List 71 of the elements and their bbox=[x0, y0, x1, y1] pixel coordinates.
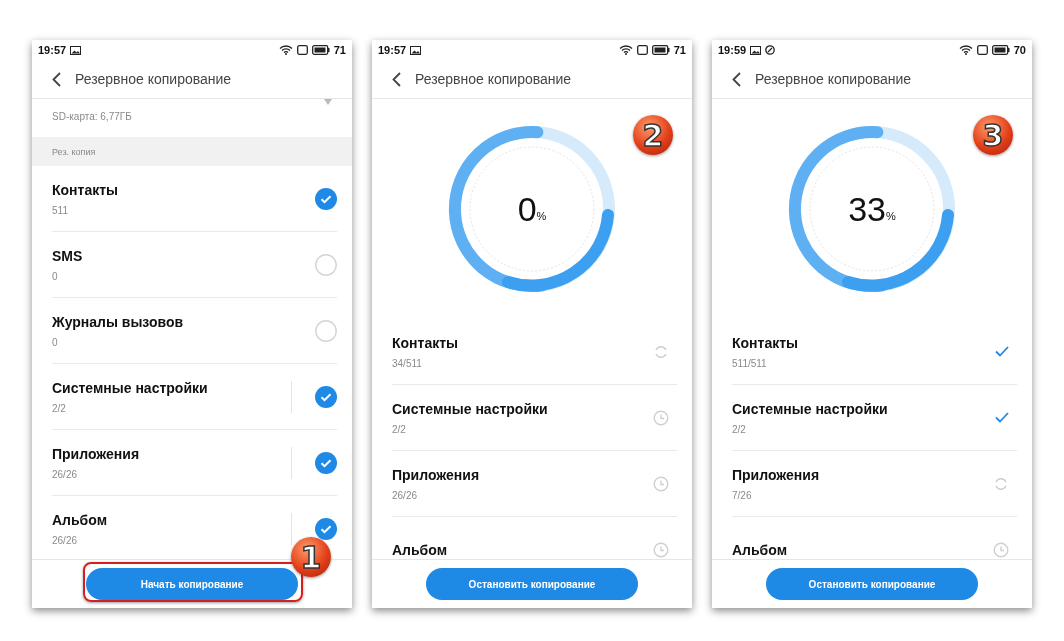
item-count: 0 bbox=[52, 336, 59, 348]
battery-percent: 70 bbox=[1013, 44, 1026, 56]
wifi-icon bbox=[278, 45, 293, 55]
item-count: 2/2 bbox=[732, 423, 747, 435]
item-name: Контакты bbox=[732, 334, 799, 351]
section-header: Рез. копия bbox=[32, 137, 352, 166]
item-name: Системные настройки bbox=[392, 400, 549, 417]
item-name: SMS bbox=[52, 247, 84, 264]
item-count: 26/26 bbox=[52, 468, 79, 480]
screen-icon bbox=[636, 45, 648, 55]
progress-percent: 0 bbox=[517, 189, 537, 229]
item-name: Приложения bbox=[732, 466, 821, 483]
back-icon[interactable] bbox=[392, 71, 401, 87]
stop-backup-button[interactable]: Остановить копирование bbox=[766, 568, 978, 600]
item-name: Приложения bbox=[392, 466, 481, 483]
status-time: 19:59 bbox=[718, 44, 747, 56]
item-count: 26/26 bbox=[392, 489, 419, 501]
battery-icon bbox=[651, 45, 670, 55]
screen-title: Резервное копирование bbox=[75, 71, 232, 87]
battery-icon bbox=[991, 45, 1010, 55]
item-count: 0 bbox=[52, 270, 59, 282]
back-icon[interactable] bbox=[52, 71, 61, 87]
status-time: 19:57 bbox=[38, 44, 67, 56]
backup-item[interactable]: Журналы вызовов 0 bbox=[52, 298, 337, 364]
wifi-icon bbox=[618, 45, 633, 55]
item-name: Контакты bbox=[52, 181, 119, 198]
image-icon bbox=[70, 45, 82, 55]
backup-item[interactable]: Контакты 511 bbox=[52, 166, 337, 232]
image-icon bbox=[750, 45, 762, 55]
item-count: 26/26 bbox=[52, 534, 79, 546]
percent-sign: % bbox=[886, 210, 896, 222]
screen-icon bbox=[296, 45, 308, 55]
item-name: Альбом bbox=[732, 541, 788, 558]
item-count: 34/511 bbox=[392, 357, 423, 369]
item-count: 7/26 bbox=[732, 489, 753, 501]
battery-icon bbox=[311, 45, 330, 55]
storage-detail: SD-карта: 6,77ГБ bbox=[52, 111, 132, 122]
checkbox[interactable] bbox=[315, 253, 337, 276]
checkbox[interactable] bbox=[315, 385, 337, 408]
item-name: Приложения bbox=[52, 445, 141, 462]
item-count: 2/2 bbox=[392, 423, 407, 435]
checkbox[interactable] bbox=[315, 451, 337, 474]
checkbox[interactable] bbox=[315, 187, 337, 210]
item-name: Контакты bbox=[392, 334, 459, 351]
progress-percent: 33 bbox=[848, 189, 886, 229]
screen-title: Резервное копирование bbox=[755, 71, 912, 87]
item-name: Альбом bbox=[392, 541, 448, 558]
back-icon[interactable] bbox=[732, 71, 741, 87]
item-count: 511/511 bbox=[732, 357, 768, 369]
item-name: Альбом bbox=[52, 511, 108, 528]
battery-percent: 71 bbox=[673, 44, 686, 56]
stop-backup-button[interactable]: Остановить копирование bbox=[426, 568, 638, 600]
backup-item[interactable]: Системные настройки 2/2 bbox=[52, 364, 337, 430]
wifi-icon bbox=[958, 45, 973, 55]
screen-title: Резервное копирование bbox=[415, 71, 572, 87]
screen-icon bbox=[976, 45, 988, 55]
percent-sign: % bbox=[536, 210, 547, 222]
dropdown-caret-icon[interactable] bbox=[324, 99, 332, 105]
item-count: 511 bbox=[52, 204, 69, 216]
backup-item[interactable]: SMS 0 bbox=[52, 232, 337, 298]
item-count: 2/2 bbox=[52, 402, 67, 414]
start-backup-button[interactable]: Начать копирование bbox=[86, 568, 298, 600]
item-name: Журналы вызовов bbox=[52, 313, 185, 330]
image-icon bbox=[410, 45, 422, 55]
backup-item[interactable]: Приложения 26/26 bbox=[52, 430, 337, 496]
item-name: Системные настройки bbox=[732, 400, 889, 417]
checkbox[interactable] bbox=[315, 319, 337, 342]
battery-percent: 71 bbox=[333, 44, 346, 56]
status-time: 19:57 bbox=[378, 44, 407, 56]
checkbox[interactable] bbox=[315, 517, 337, 540]
item-name: Системные настройки bbox=[52, 379, 209, 396]
